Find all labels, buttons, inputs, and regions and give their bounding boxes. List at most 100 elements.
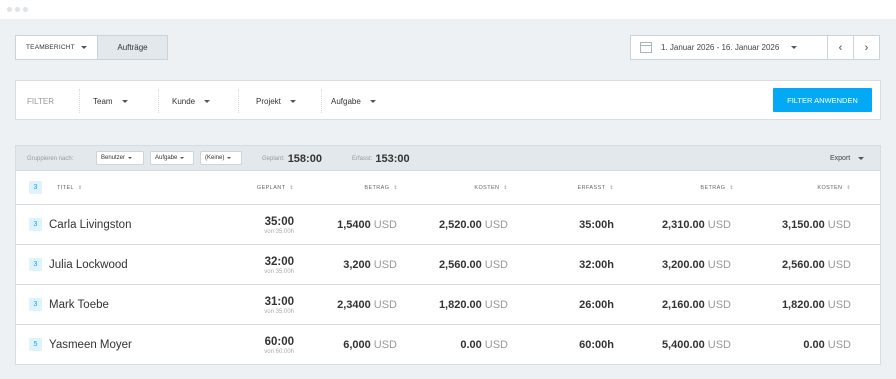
amount-2-value: 2,160.00	[661, 299, 705, 311]
currency: USD	[484, 259, 508, 271]
planned-total-label: Geplant:	[262, 155, 285, 162]
date-range-picker[interactable]: 1. Januar 2026 - 16. Januar 2026	[630, 35, 828, 60]
tab-orders-label: Aufträge	[117, 43, 148, 52]
cost-2-value: 2,560.00	[781, 259, 825, 271]
tracked-value: 35:00h	[579, 219, 614, 231]
planned-of: von 60:00h	[264, 348, 294, 355]
next-range-button[interactable]: ›	[853, 35, 880, 60]
row-cost: 2,520.00 USD	[439, 205, 508, 245]
tab-orders[interactable]: Aufträge	[97, 35, 168, 60]
filter-bar: FILTER Team Kunde Projekt Aufgabe	[15, 80, 881, 120]
window-dot-icon	[7, 7, 12, 12]
column-tracked[interactable]: ERFASST ⇕	[570, 171, 614, 205]
amount-value: 1,5400	[337, 219, 371, 231]
caret-down-icon	[204, 99, 211, 103]
currency: USD	[827, 259, 851, 271]
export-dropdown[interactable]: Export	[830, 146, 865, 171]
cost-2-value: 0.00	[803, 339, 825, 351]
amount-2-value: 3,200.00	[661, 259, 705, 271]
column-amount-2[interactable]: BETRAG ⇕	[692, 171, 734, 205]
planned-value: 32:00	[264, 255, 294, 268]
filter-task-dropdown[interactable]: Aufgabe	[331, 81, 376, 121]
currency: USD	[484, 219, 508, 231]
column-cost[interactable]: KOSTEN ⇕	[464, 171, 508, 205]
row-count-badge: 3	[29, 258, 42, 271]
column-cost-2[interactable]: KOSTEN ⇕	[807, 171, 851, 205]
table-row[interactable]: 5 Yasmeen Moyer 60:00 von 60:00h 6,000 USD…	[16, 325, 880, 365]
row-amount-2: 5,400.00 USD	[662, 325, 731, 365]
currency: USD	[373, 259, 397, 271]
filter-client-dropdown[interactable]: Kunde	[172, 81, 211, 121]
row-count-badge: 3	[29, 298, 42, 311]
group-by-task-label: Aufgabe	[155, 155, 178, 161]
tracked-total-value: 153:00	[375, 152, 410, 165]
row-tracked: 35:00h	[579, 205, 614, 245]
cost-value: 1,820.00	[438, 299, 482, 311]
caret-down-icon	[128, 157, 133, 159]
column-amount-label: BETRAG	[364, 185, 390, 191]
filter-label: FILTER	[27, 96, 54, 106]
apply-filter-button[interactable]: FILTER ANWENDEN	[773, 88, 872, 112]
group-by-none-label: (Keine)	[205, 155, 225, 161]
table-row[interactable]: 3 Carla Livingston 35:00 von 35:00h 1,540…	[16, 205, 880, 245]
planned-of: von 35:00h	[264, 308, 294, 315]
row-amount: 2,3400 USD	[337, 285, 397, 325]
currency: USD	[827, 219, 851, 231]
column-amount-2-label: BETRAG	[700, 185, 726, 191]
caret-down-icon	[289, 99, 296, 103]
sort-icon: ⇕	[729, 185, 734, 191]
column-amount[interactable]: BETRAG ⇕	[356, 171, 398, 205]
row-amount: 3,200 USD	[343, 245, 397, 285]
row-amount-2: 2,160.00 USD	[662, 285, 731, 325]
column-title[interactable]: TITEL ⇕	[57, 171, 83, 205]
report-panel: Gruppieren nach: Benutzer Aufgabe (Keine…	[15, 145, 881, 365]
row-tracked: 26:00h	[579, 285, 614, 325]
sort-icon: ⇕	[289, 185, 294, 191]
currency: USD	[707, 259, 731, 271]
calendar-icon	[640, 42, 652, 53]
tracked-value: 60:00h	[579, 339, 614, 351]
currency: USD	[484, 299, 508, 311]
sort-icon: ⇕	[609, 185, 614, 191]
row-amount: 6,000 USD	[343, 325, 397, 365]
group-by-task-select[interactable]: Aufgabe	[150, 151, 194, 165]
row-planned: 35:00 von 35:00h	[264, 205, 294, 245]
caret-down-icon	[369, 99, 376, 103]
table-row[interactable]: 3 Mark Toebe 31:00 von 35:00h 2,3400 USD 1…	[16, 285, 880, 325]
count-badge: 3	[29, 181, 42, 194]
cost-value: 0.00	[460, 339, 482, 351]
column-cost-label: KOSTEN	[474, 185, 500, 191]
group-by-none-select[interactable]: (Keine)	[200, 151, 242, 165]
row-cost-2: 2,560.00 USD	[782, 245, 851, 285]
row-cost: 2,560.00 USD	[439, 245, 508, 285]
tracked-total: Erfasst: 153:00	[352, 146, 410, 171]
group-by-user-select[interactable]: Benutzer	[96, 151, 144, 165]
cost-2-value: 3,150.00	[781, 219, 825, 231]
row-amount-2: 3,200.00 USD	[662, 245, 731, 285]
divider	[158, 89, 159, 113]
date-range-label: 1. Januar 2026 - 16. Januar 2026	[661, 43, 780, 52]
currency: USD	[827, 299, 851, 311]
row-cost: 0.00 USD	[460, 325, 508, 365]
planned-total: Geplant: 158:00	[262, 146, 322, 171]
table-header: 3 TITEL ⇕ GEPLANT ⇕ BETRAG ⇕ KOSTEN ⇕ ERFASS…	[16, 171, 880, 205]
filter-project-dropdown[interactable]: Projekt	[256, 81, 296, 121]
caret-down-icon	[858, 157, 865, 160]
column-planned[interactable]: GEPLANT ⇕	[252, 171, 294, 205]
row-name: Mark Toebe	[49, 299, 109, 311]
caret-down-icon	[80, 46, 87, 49]
row-name: Julia Lockwood	[49, 259, 128, 271]
row-cost-2: 0.00 USD	[803, 325, 851, 365]
amount-value: 6,000	[343, 339, 371, 351]
filter-team-dropdown[interactable]: Team	[93, 81, 128, 121]
team-report-dropdown[interactable]: TEAMBERICHT	[15, 35, 98, 60]
column-title-label: TITEL	[57, 185, 74, 191]
filter-task-label: Aufgabe	[331, 96, 361, 106]
prev-range-button[interactable]: ‹	[827, 35, 854, 60]
grouping-bar: Gruppieren nach: Benutzer Aufgabe (Keine…	[16, 146, 880, 171]
sort-icon: ⇕	[503, 185, 508, 191]
table-row[interactable]: 3 Julia Lockwood 32:00 von 35:00h 3,200 US…	[16, 245, 880, 285]
divider	[238, 89, 239, 113]
planned-value: 35:00	[264, 215, 294, 228]
divider	[79, 89, 80, 113]
